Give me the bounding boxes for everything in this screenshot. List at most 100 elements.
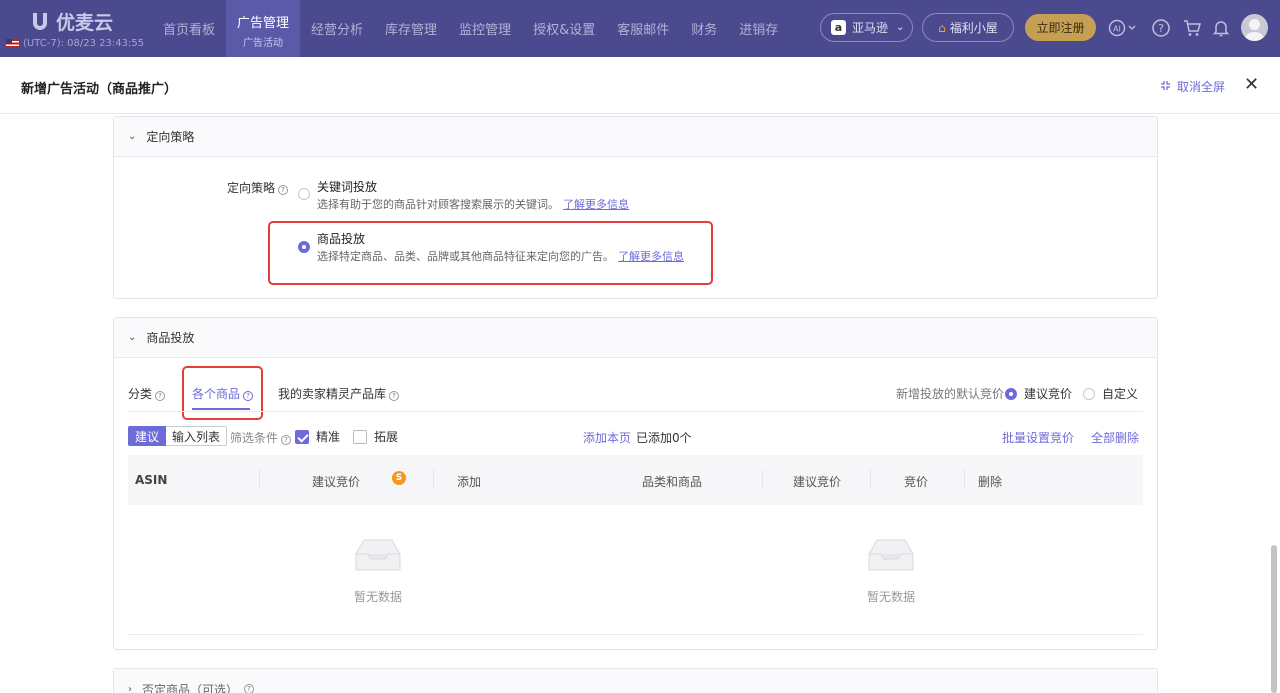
- added-count: 已添加0个: [636, 431, 692, 445]
- targeting-label-text: 定向策略: [227, 181, 276, 195]
- help-icon[interactable]: ?: [1150, 17, 1172, 39]
- keyword-targeting-title: 关键词投放: [317, 180, 378, 194]
- exit-fullscreen-label: 取消全屏: [1177, 80, 1226, 94]
- exit-fullscreen-button[interactable]: 取消全屏: [1160, 78, 1225, 95]
- nav-label: 首页看板: [163, 23, 216, 38]
- brand-logo[interactable]: 优麦云: [30, 8, 113, 35]
- chevron-right-icon: ›: [128, 683, 132, 693]
- nav-label: 财务: [691, 23, 718, 38]
- help-circle-icon[interactable]: ?: [281, 435, 292, 445]
- help-circle-icon[interactable]: ?: [389, 391, 400, 401]
- register-label: 立即注册: [1036, 21, 1085, 35]
- column-suggested-bid-right: 建议竞价: [793, 475, 842, 489]
- svg-text:AI: AI: [1113, 25, 1121, 34]
- column-suggested-bid: 建议竞价: [312, 475, 361, 489]
- targeting-strategy-card: ⌄ 定向策略 定向策略? 关键词投放 选择有助于您的商品针对顾客搜索展示的关键词…: [113, 116, 1158, 299]
- product-targeting-card: ⌄ 商品投放 分类? 各个商品? 我的卖家精灵产品库? 新增投放的默认竞价 建议…: [113, 317, 1158, 650]
- bid-custom-option[interactable]: 自定义: [1083, 385, 1138, 402]
- input-list-button[interactable]: 输入列表: [166, 426, 228, 446]
- marketplace-label: 亚马逊: [852, 21, 889, 35]
- cart-icon[interactable]: [1181, 17, 1203, 39]
- checkbox-unchecked[interactable]: [353, 429, 367, 444]
- precise-checkbox[interactable]: 精准: [295, 428, 340, 445]
- checkbox-label: 精准: [316, 430, 341, 444]
- nav-item-finance[interactable]: 财务: [680, 0, 728, 57]
- exit-fullscreen-icon: [1160, 80, 1171, 94]
- radio-button[interactable]: [1083, 387, 1095, 400]
- tab-category[interactable]: 分类?: [128, 385, 166, 402]
- house-icon: ⌂: [938, 20, 946, 35]
- timezone-clock: (UTC-7): 08/23 23:43:55: [6, 38, 144, 49]
- nav-sublabel: 广告活动: [243, 37, 284, 49]
- filter-label-text: 筛选条件: [230, 431, 279, 445]
- option-description: 选择有助于您的商品针对顾客搜索展示的关键词。: [317, 198, 559, 211]
- keyword-targeting-radio[interactable]: [298, 188, 310, 203]
- bell-icon[interactable]: [1210, 17, 1232, 39]
- column-bid: 竞价: [904, 475, 929, 489]
- nav-label: 监控管理: [459, 23, 512, 38]
- close-icon[interactable]: ✕: [1244, 74, 1259, 95]
- expand-checkbox[interactable]: 拓展: [353, 428, 398, 445]
- learn-more-link[interactable]: 了解更多信息: [563, 198, 629, 211]
- ai-assistant-icon[interactable]: AI: [1108, 17, 1138, 39]
- empty-text: 暂无数据: [354, 590, 403, 604]
- targeting-field-label: 定向策略?: [227, 179, 289, 196]
- delete-all-link[interactable]: 全部删除: [1091, 429, 1139, 446]
- suggest-mode-button[interactable]: 建议: [128, 426, 167, 446]
- targeting-table-header: ASIN 建议竞价 S 添加 品类和商品 建议竞价 竞价 删除: [128, 455, 1143, 505]
- welfare-house-button[interactable]: ⌂ 福利小屋: [922, 13, 1014, 42]
- us-flag-icon: [6, 39, 19, 48]
- radio-button-selected[interactable]: [1005, 387, 1017, 400]
- user-avatar[interactable]: [1241, 14, 1268, 41]
- nav-item-authorization-settings[interactable]: 授权&设置: [522, 0, 606, 57]
- column-delete: 删除: [978, 475, 1003, 489]
- checkbox-checked[interactable]: [295, 429, 309, 444]
- dialog-title: 新增广告活动（商品推广）: [21, 82, 178, 97]
- help-circle-icon[interactable]: ?: [244, 684, 255, 693]
- tab-seller-sprite-library[interactable]: 我的卖家精灵产品库?: [278, 385, 400, 402]
- column-divider: [259, 470, 260, 488]
- nav-item-business-analysis[interactable]: 经营分析: [300, 0, 374, 57]
- empty-inbox-icon: [355, 539, 401, 571]
- input-mode-toggle: 建议 输入列表: [128, 426, 228, 446]
- bid-option-label: 自定义: [1102, 387, 1139, 401]
- nav-item-customer-email[interactable]: 客服邮件: [606, 0, 680, 57]
- nav-item-monitoring[interactable]: 监控管理: [448, 0, 522, 57]
- help-circle-icon[interactable]: ?: [155, 391, 166, 401]
- chevron-down-icon: ⌄: [128, 131, 137, 142]
- keyword-targeting-desc: 选择有助于您的商品针对顾客搜索展示的关键词。 了解更多信息: [317, 196, 629, 212]
- empty-inbox-icon: [868, 539, 914, 571]
- negative-products-card: › 否定商品（可选）?: [113, 668, 1158, 693]
- scrollbar-thumb[interactable]: [1271, 545, 1277, 693]
- product-targeting-header[interactable]: ⌄ 商品投放: [114, 318, 1157, 358]
- right-table-empty-state: 暂无数据: [867, 538, 915, 605]
- section-title: 商品投放: [146, 331, 195, 345]
- help-circle-icon[interactable]: ?: [278, 185, 289, 195]
- empty-text: 暂无数据: [867, 590, 916, 604]
- chevron-down-icon: ⌄: [128, 332, 137, 343]
- targeting-strategy-header[interactable]: ⌄ 定向策略: [114, 117, 1157, 157]
- section-title: 定向策略: [146, 130, 195, 144]
- table-bottom-divider: [128, 634, 1143, 635]
- left-table-empty-state: 暂无数据: [354, 538, 402, 605]
- nav-item-purchase-sales-stock[interactable]: 进销存: [728, 0, 789, 57]
- nav-label: 进销存: [739, 23, 779, 38]
- radio-button[interactable]: [298, 188, 310, 200]
- marketplace-selector[interactable]: a 亚马逊 ⌄: [820, 13, 913, 42]
- seller-sprite-logo-icon[interactable]: S: [392, 471, 406, 485]
- section-title: 否定商品（可选）: [142, 682, 239, 693]
- welfare-label: 福利小屋: [949, 21, 998, 35]
- dialog-header: 新增广告活动（商品推广） 取消全屏 ✕: [0, 57, 1280, 114]
- nav-item-inventory[interactable]: 库存管理: [374, 0, 448, 57]
- bid-option-label: 建议竞价: [1024, 387, 1073, 401]
- brand-logo-icon: [33, 12, 47, 30]
- add-page-link[interactable]: 添加本页: [583, 429, 631, 446]
- nav-label: 广告管理: [237, 15, 290, 31]
- nav-item-dashboard[interactable]: 首页看板: [152, 0, 226, 57]
- register-button[interactable]: 立即注册: [1025, 14, 1096, 41]
- column-divider: [433, 470, 434, 488]
- negative-products-header[interactable]: › 否定商品（可选）?: [114, 669, 1157, 693]
- bid-suggested-option[interactable]: 建议竞价: [1005, 385, 1072, 402]
- nav-item-ad-management[interactable]: 广告管理 广告活动: [226, 0, 301, 57]
- batch-set-bid-link[interactable]: 批量设置竞价: [1002, 429, 1074, 446]
